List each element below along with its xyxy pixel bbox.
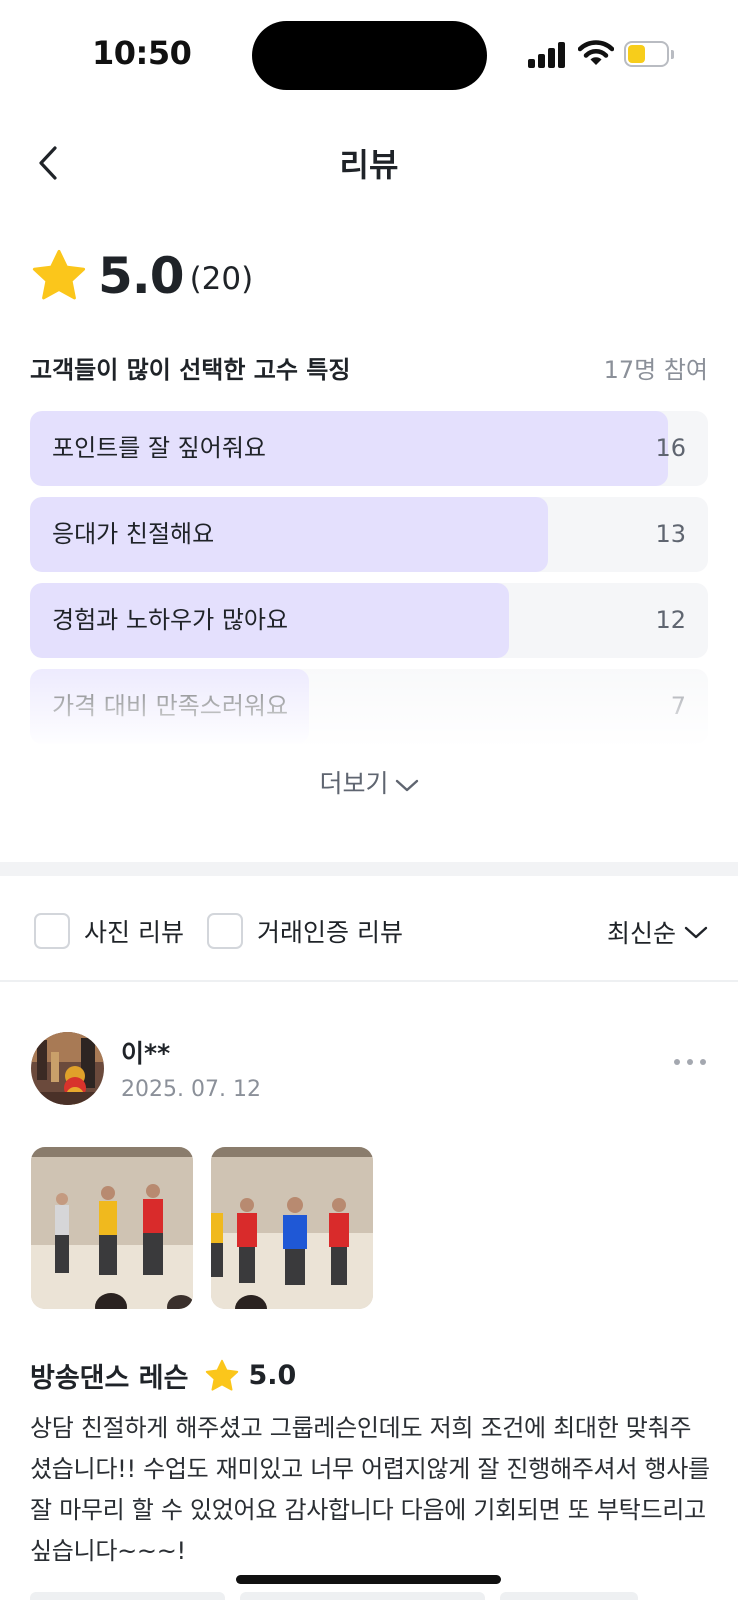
- review-count: (20): [189, 261, 254, 297]
- trait-label: 응대가 친절해요: [52, 520, 215, 548]
- chevron-down-icon: [395, 779, 418, 792]
- traits-header: 고객들이 많이 선택한 고수 특징 17명 참여: [30, 350, 708, 385]
- trait-list: 포인트를 잘 짚어줘요 16 응대가 친절해요 13 경험과 노하우가 많아요 …: [30, 411, 708, 755]
- trait-count: 12: [655, 606, 686, 634]
- review-photo[interactable]: [31, 1147, 193, 1309]
- dance-photo-image: [31, 1147, 193, 1309]
- trait-label: 경험과 노하우가 많아요: [52, 606, 289, 634]
- trait-bar: 응대가 친절해요 13: [30, 497, 708, 572]
- average-rating: 5.0: [98, 247, 185, 305]
- rating-summary: 5.0 (20): [30, 244, 253, 308]
- trait-bar: 경험과 노하우가 많아요 12: [30, 583, 708, 658]
- section-divider: [0, 862, 738, 876]
- wifi-icon: [578, 40, 614, 65]
- trait-bar: 포인트를 잘 짚어줘요 16: [30, 411, 708, 486]
- review-date: 2025. 07. 12: [121, 1077, 261, 1102]
- home-indicator: [236, 1575, 501, 1584]
- verified-review-filter[interactable]: 거래인증 리뷰: [207, 913, 403, 949]
- star-icon: [206, 1359, 239, 1391]
- filter-bar: 사진 리뷰 거래인증 리뷰 최신순: [0, 876, 738, 982]
- sort-dropdown[interactable]: 최신순: [607, 914, 708, 950]
- review-rating: 5.0: [248, 1360, 297, 1391]
- photo-review-checkbox[interactable]: [34, 913, 70, 949]
- trait-bar: 가격 대비 만족스러워요 7: [30, 669, 708, 744]
- verified-review-checkbox[interactable]: [207, 913, 243, 949]
- review-photo[interactable]: [211, 1147, 373, 1309]
- service-rating-line: 방송댄스 레슨 5.0: [30, 1356, 296, 1395]
- more-horizontal-icon[interactable]: [672, 1056, 708, 1068]
- bottom-chips-peek: [0, 1592, 738, 1600]
- avatar-image: [31, 1032, 104, 1105]
- verified-review-label: 거래인증 리뷰: [257, 918, 403, 947]
- more-button-label: 더보기: [319, 769, 389, 798]
- dance-photo-image: [211, 1147, 373, 1309]
- trait-count: 13: [655, 520, 686, 548]
- review-body: 상담 친절하게 해주셨고 그룹레슨인데도 저희 조건에 최대한 맞춰주셨습니다!…: [30, 1414, 710, 1565]
- service-name: 방송댄스 레슨: [30, 1363, 189, 1394]
- trait-count: 7: [670, 692, 686, 720]
- status-bar: 10:50: [0, 0, 738, 110]
- more-button[interactable]: 더보기: [0, 764, 738, 800]
- trait-count: 16: [655, 434, 686, 462]
- status-time: 10:50: [92, 34, 192, 72]
- sort-label: 최신순: [606, 919, 676, 948]
- trait-label: 가격 대비 만족스러워요: [52, 692, 289, 720]
- page-title: 리뷰: [339, 146, 399, 184]
- star-icon: [32, 249, 86, 300]
- photo-review-filter[interactable]: 사진 리뷰: [34, 913, 184, 949]
- chevron-down-icon: [684, 926, 708, 939]
- trait-label: 포인트를 잘 짚어줘요: [52, 434, 266, 462]
- photo-review-label: 사진 리뷰: [84, 918, 184, 947]
- dynamic-island: [252, 21, 487, 90]
- cellular-signal-icon: [528, 40, 568, 68]
- battery-icon: [624, 41, 674, 67]
- traits-title: 고객들이 많이 선택한 고수 특징: [30, 356, 351, 384]
- avatar[interactable]: [31, 1032, 104, 1105]
- page-header: 리뷰: [0, 118, 738, 208]
- traits-participants: 17명 참여: [603, 356, 708, 384]
- reviewer-name: 이**: [121, 1039, 171, 1068]
